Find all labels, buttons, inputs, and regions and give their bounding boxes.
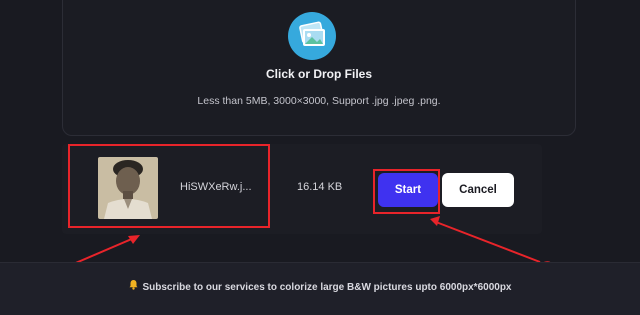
bell-icon	[128, 279, 139, 293]
image-upload-icon	[287, 11, 337, 61]
dropzone-subtitle: Less than 5MB, 3000×3000, Support .jpg .…	[197, 95, 441, 107]
annotation-box-file	[68, 144, 270, 228]
subscribe-text: Subscribe to our services to colorize la…	[142, 282, 512, 293]
file-dropzone[interactable]: Click or Drop Files Less than 5MB, 3000×…	[62, 0, 576, 136]
cancel-button[interactable]: Cancel	[442, 173, 514, 207]
file-size: 16.14 KB	[297, 181, 343, 193]
dropzone-title: Click or Drop Files	[265, 67, 373, 81]
annotation-box-start	[373, 169, 440, 214]
subscribe-banner: Subscribe to our services to colorize la…	[0, 262, 640, 315]
